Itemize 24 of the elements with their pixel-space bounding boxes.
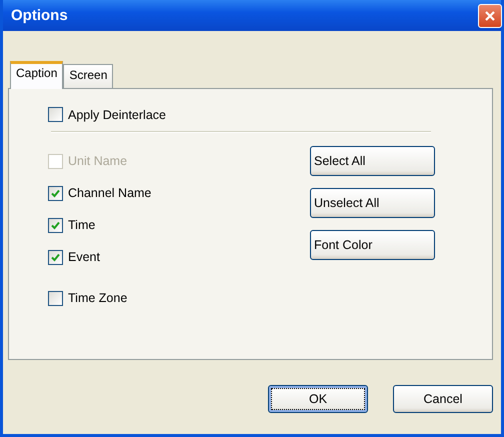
checkbox-label: Unit Name: [68, 154, 128, 168]
checkbox-label: Apply Deinterlace: [68, 108, 166, 122]
option-button[interactable]: Unselect All: [310, 188, 435, 218]
check-icon: [51, 188, 60, 198]
checkbox-label: Time: [68, 218, 96, 232]
checkbox[interactable]: [48, 250, 63, 264]
tab[interactable]: Caption: [10, 61, 64, 89]
option-button[interactable]: Font Color: [310, 230, 435, 260]
option-button[interactable]: Select All: [310, 146, 435, 176]
checkbox-label: Channel Name: [68, 186, 152, 200]
checkbox-label: Event: [68, 250, 100, 264]
checkbox[interactable]: [48, 107, 63, 122]
checkbox[interactable]: [48, 186, 63, 200]
dialog-button[interactable]: Cancel: [393, 385, 493, 413]
window-title: Options: [11, 7, 68, 24]
check-icon: [51, 252, 60, 262]
check-icon: [51, 220, 60, 230]
tab[interactable]: Screen: [63, 64, 114, 88]
dialog-button[interactable]: OK: [268, 385, 368, 413]
checkbox-label: Time Zone: [68, 291, 128, 305]
close-button[interactable]: [478, 4, 502, 28]
checkbox[interactable]: [48, 218, 63, 232]
checkbox[interactable]: [48, 290, 63, 306]
close-icon: [484, 10, 496, 22]
